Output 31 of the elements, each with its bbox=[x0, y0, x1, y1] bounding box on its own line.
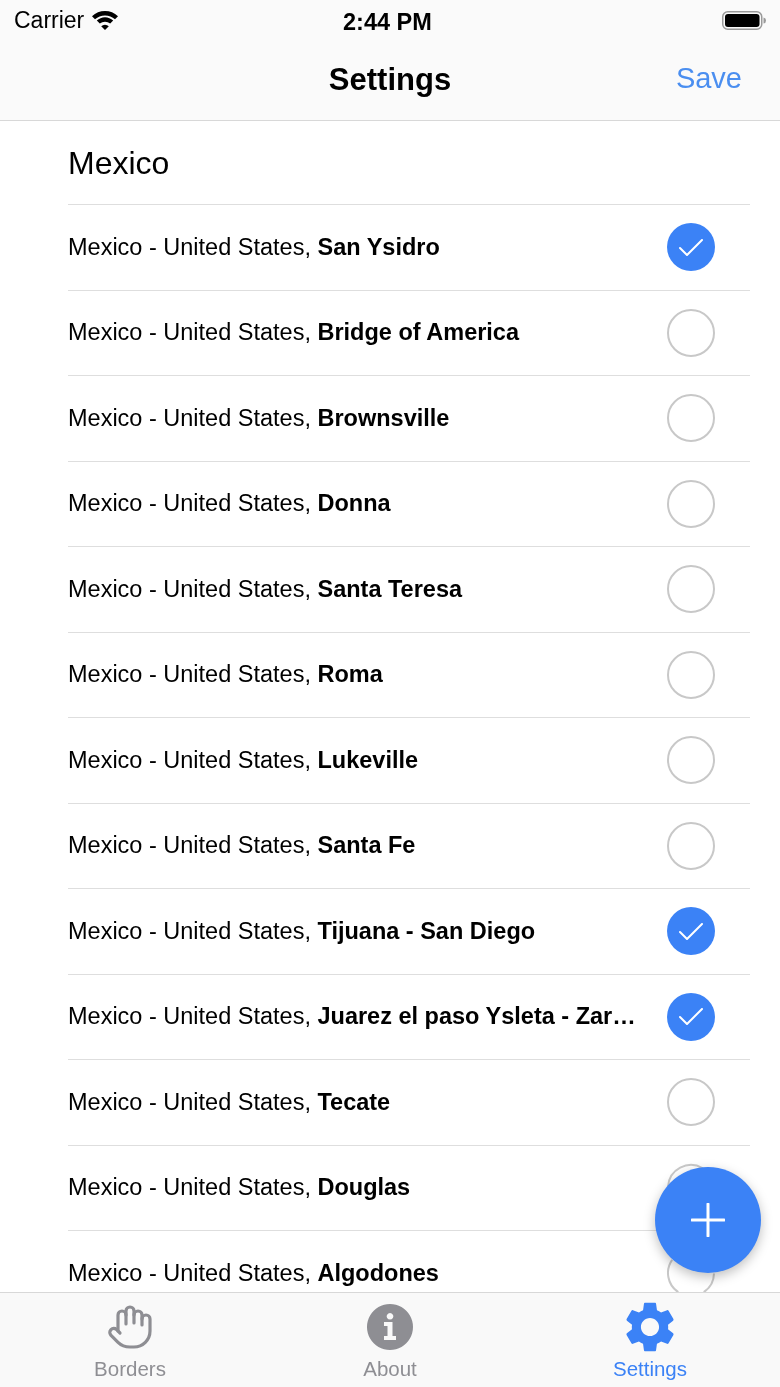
check-icon bbox=[679, 238, 703, 256]
save-button[interactable]: Save bbox=[673, 57, 744, 101]
section-header: Mexico bbox=[68, 143, 170, 183]
page-title: Settings bbox=[328, 60, 452, 99]
crossing-label: Mexico - United States, Donna bbox=[68, 489, 391, 519]
gear-icon bbox=[625, 1302, 675, 1352]
crossing-label: Mexico - United States, Roma bbox=[68, 660, 383, 690]
hand-icon bbox=[106, 1303, 154, 1351]
add-button[interactable] bbox=[655, 1167, 761, 1273]
plus-icon bbox=[691, 1203, 725, 1237]
carrier-label: Carrier bbox=[14, 5, 85, 35]
tab-item[interactable]: Settings bbox=[520, 1293, 780, 1386]
crossing-label: Mexico - United States, San Ysidro bbox=[68, 232, 440, 262]
crossing-label: Mexico - United States, Lukeville bbox=[68, 745, 419, 775]
crossing-label: Mexico - United States, Tijuana - San Diego bbox=[68, 916, 536, 946]
clock-time: 2:44 PM bbox=[343, 8, 432, 37]
check-icon bbox=[679, 922, 703, 940]
wifi-icon bbox=[92, 10, 119, 30]
crossing-label: Mexico - United States, Santa Teresa bbox=[68, 574, 463, 604]
crossing-label: Mexico - United States, Juarez el paso Ysleta - Zar… bbox=[68, 1002, 636, 1032]
battery-icon bbox=[722, 10, 766, 30]
tab-item[interactable]: About bbox=[260, 1293, 520, 1386]
crossing-label: Mexico - United States, Algodones bbox=[68, 1258, 439, 1288]
info-icon bbox=[367, 1304, 413, 1350]
crossing-label: Mexico - United States, Douglas bbox=[68, 1173, 411, 1203]
tab-item[interactable]: Borders bbox=[0, 1293, 260, 1386]
crossing-label: Mexico - United States, Bridge of America bbox=[68, 318, 519, 348]
crossing-label: Mexico - United States, Santa Fe bbox=[68, 831, 416, 861]
crossing-label: Mexico - United States, Tecate bbox=[68, 1087, 391, 1117]
crossing-label: Mexico - United States, Brownsville bbox=[68, 403, 450, 433]
check-icon bbox=[679, 1008, 703, 1026]
